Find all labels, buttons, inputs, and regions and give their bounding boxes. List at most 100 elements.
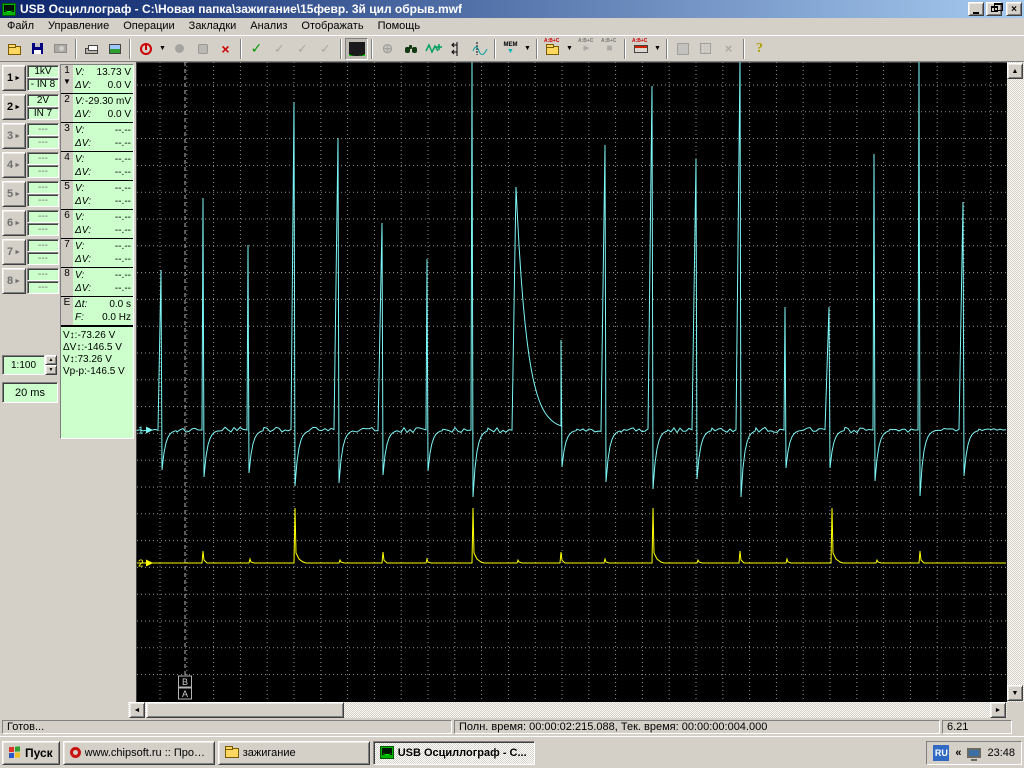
menu-item-2[interactable]: Операции xyxy=(116,18,181,34)
channel-2-input-field[interactable]: IN 7 xyxy=(27,107,59,120)
markers-button[interactable] xyxy=(445,38,468,60)
floppy-icon xyxy=(32,43,43,54)
timebase-field[interactable]: 20 ms xyxy=(2,382,58,403)
minimize-button[interactable] xyxy=(968,2,984,16)
channel-6-range-field[interactable]: --- xyxy=(27,210,59,223)
task-button-1[interactable]: зажигание xyxy=(218,741,370,765)
chart-mode-button[interactable] xyxy=(345,38,368,60)
measurement-line-1: ΔV↕:-146.5 V xyxy=(63,341,131,353)
abc-open-dropdown[interactable]: ▼ xyxy=(564,38,575,60)
task-button-2[interactable]: USB Осциллограф - C... xyxy=(373,741,535,765)
restore-button[interactable] xyxy=(986,2,1002,16)
chartwave-icon xyxy=(349,42,365,56)
channel-6-button[interactable]: 6► xyxy=(2,210,26,236)
binoculars-icon xyxy=(405,47,410,53)
menu-item-3[interactable]: Закладки xyxy=(182,18,244,34)
view-full-button xyxy=(671,38,694,60)
report-button[interactable] xyxy=(103,38,126,60)
measurement-row-8: 8V:--.--ΔV:--.-- xyxy=(61,268,133,297)
spinner-down-button[interactable]: ▼ xyxy=(45,365,57,375)
scrollbar-thumb[interactable] xyxy=(146,702,344,718)
channel-5-input-field[interactable]: --- xyxy=(27,194,59,207)
channel-2-range-field[interactable]: 2V xyxy=(27,94,59,107)
network-icon[interactable] xyxy=(967,748,981,758)
probe-scale-value[interactable]: 1:100 xyxy=(2,355,45,375)
scroll-right-button[interactable]: ► xyxy=(990,702,1006,718)
vertical-scrollbar[interactable]: ▲ ▼ xyxy=(1007,62,1024,702)
oscilloscope-display[interactable]: BA12 xyxy=(136,62,1007,702)
check-forward-button: ✓ xyxy=(314,38,337,60)
channel-7-button[interactable]: 7► xyxy=(2,239,26,265)
abc-panel-dropdown[interactable]: ▼ xyxy=(652,38,663,60)
channel-1-range-field[interactable]: 1kV xyxy=(27,65,59,78)
trace-ch1 xyxy=(137,62,1006,497)
print-button[interactable] xyxy=(80,38,103,60)
autoscale-button[interactable] xyxy=(422,38,445,60)
scroll-up-button[interactable]: ▲ xyxy=(1007,63,1023,79)
spinner-up-button[interactable]: ▲ xyxy=(45,355,57,365)
channel-6-input-field[interactable]: --- xyxy=(27,223,59,236)
probe-scale-spinner[interactable]: 1:100 ▲ ▼ xyxy=(2,355,58,375)
channel-2-button[interactable]: 2► xyxy=(2,94,26,120)
channel-number: 1▼ xyxy=(61,65,73,93)
help-button[interactable]: ? xyxy=(748,38,771,60)
channel-5-range-field[interactable]: --- xyxy=(27,181,59,194)
cursor-label-A: A xyxy=(182,689,188,699)
channel-number: 6 xyxy=(61,210,73,238)
menu-item-1[interactable]: Управление xyxy=(41,18,116,34)
search-button[interactable] xyxy=(399,38,422,60)
channel-7-controls: 7►------ xyxy=(2,238,58,267)
interpolation-button[interactable] xyxy=(468,38,491,60)
task-button-0[interactable]: www.chipsoft.ru :: Прос... xyxy=(63,741,215,765)
start-acquisition-dropdown[interactable]: ▼ xyxy=(157,38,168,60)
channel-5-button[interactable]: 5► xyxy=(2,181,26,207)
start-acquisition-button[interactable] xyxy=(134,38,157,60)
scroll-down-button[interactable]: ▼ xyxy=(1007,685,1023,701)
scroll-left-button[interactable]: ◄ xyxy=(129,702,145,718)
memory-dropdown[interactable]: ▼ xyxy=(522,38,533,60)
channel-3-button[interactable]: 3► xyxy=(2,123,26,149)
channel-8-input-field[interactable]: --- xyxy=(27,281,59,294)
erase-button[interactable]: × xyxy=(214,38,237,60)
channel-7-input-field[interactable]: --- xyxy=(27,252,59,265)
memory-button[interactable]: MEM▼ xyxy=(499,38,522,60)
channel-3-input-field[interactable]: --- xyxy=(27,136,59,149)
language-indicator[interactable]: RU xyxy=(933,745,949,761)
close-button[interactable]: × xyxy=(1006,2,1022,16)
channel-8-button[interactable]: 8► xyxy=(2,268,26,294)
open-file-button[interactable] xyxy=(3,38,26,60)
channel-1-button[interactable]: 1► xyxy=(2,65,26,91)
waveform-plot[interactable]: BA12 xyxy=(136,62,1007,702)
channel-8-range-field[interactable]: --- xyxy=(27,268,59,281)
menu-item-5[interactable]: Отображать xyxy=(294,18,370,34)
menu-item-4[interactable]: Анализ xyxy=(243,18,294,34)
apply-check-button[interactable]: ✓ xyxy=(245,38,268,60)
picture-icon xyxy=(109,44,121,54)
status-time-info: Полн. время: 00:00:02:215.088, Тек. врем… xyxy=(454,720,940,734)
collapse-tray-button[interactable]: « xyxy=(955,747,961,759)
title-bar[interactable]: USB Осциллограф - C:\Новая папка\зажиган… xyxy=(0,0,1024,18)
wave-plus-icon xyxy=(425,41,442,56)
horizontal-scrollbar[interactable]: ◄ ► xyxy=(128,702,1007,719)
abc-play-icon: ► xyxy=(582,43,592,54)
abc-folder-icon xyxy=(546,46,559,55)
channel-4-button[interactable]: 4► xyxy=(2,152,26,178)
channel-3-range-field[interactable]: --- xyxy=(27,123,59,136)
channel-marker-arrow-icon[interactable] xyxy=(146,427,153,434)
channel-7-range-field[interactable]: --- xyxy=(27,239,59,252)
channel-4-input-field[interactable]: --- xyxy=(27,165,59,178)
channel-marker-arrow-icon[interactable] xyxy=(146,560,153,567)
channel-4-range-field[interactable]: --- xyxy=(27,152,59,165)
window-title: USB Осциллограф - C:\Новая папка\зажиган… xyxy=(20,2,966,16)
start-button[interactable]: Пуск xyxy=(2,741,60,765)
save-file-button[interactable] xyxy=(26,38,49,60)
abc-open-button[interactable]: A:B+C xyxy=(541,38,564,60)
scrollbar-corner xyxy=(1007,702,1024,719)
channel-voltage-value: --.-- xyxy=(115,241,131,252)
menu-item-6[interactable]: Помощь xyxy=(371,18,428,34)
application-window: USB Осциллограф - C:\Новая папка\зажиган… xyxy=(0,0,1024,768)
channel-1-input-field[interactable]: - IN 8 xyxy=(27,78,59,91)
menu-item-0[interactable]: Файл xyxy=(0,18,41,34)
channel-8-controls: 8►------ xyxy=(2,267,58,296)
abc-panel-button[interactable]: A:B+C xyxy=(629,38,652,60)
